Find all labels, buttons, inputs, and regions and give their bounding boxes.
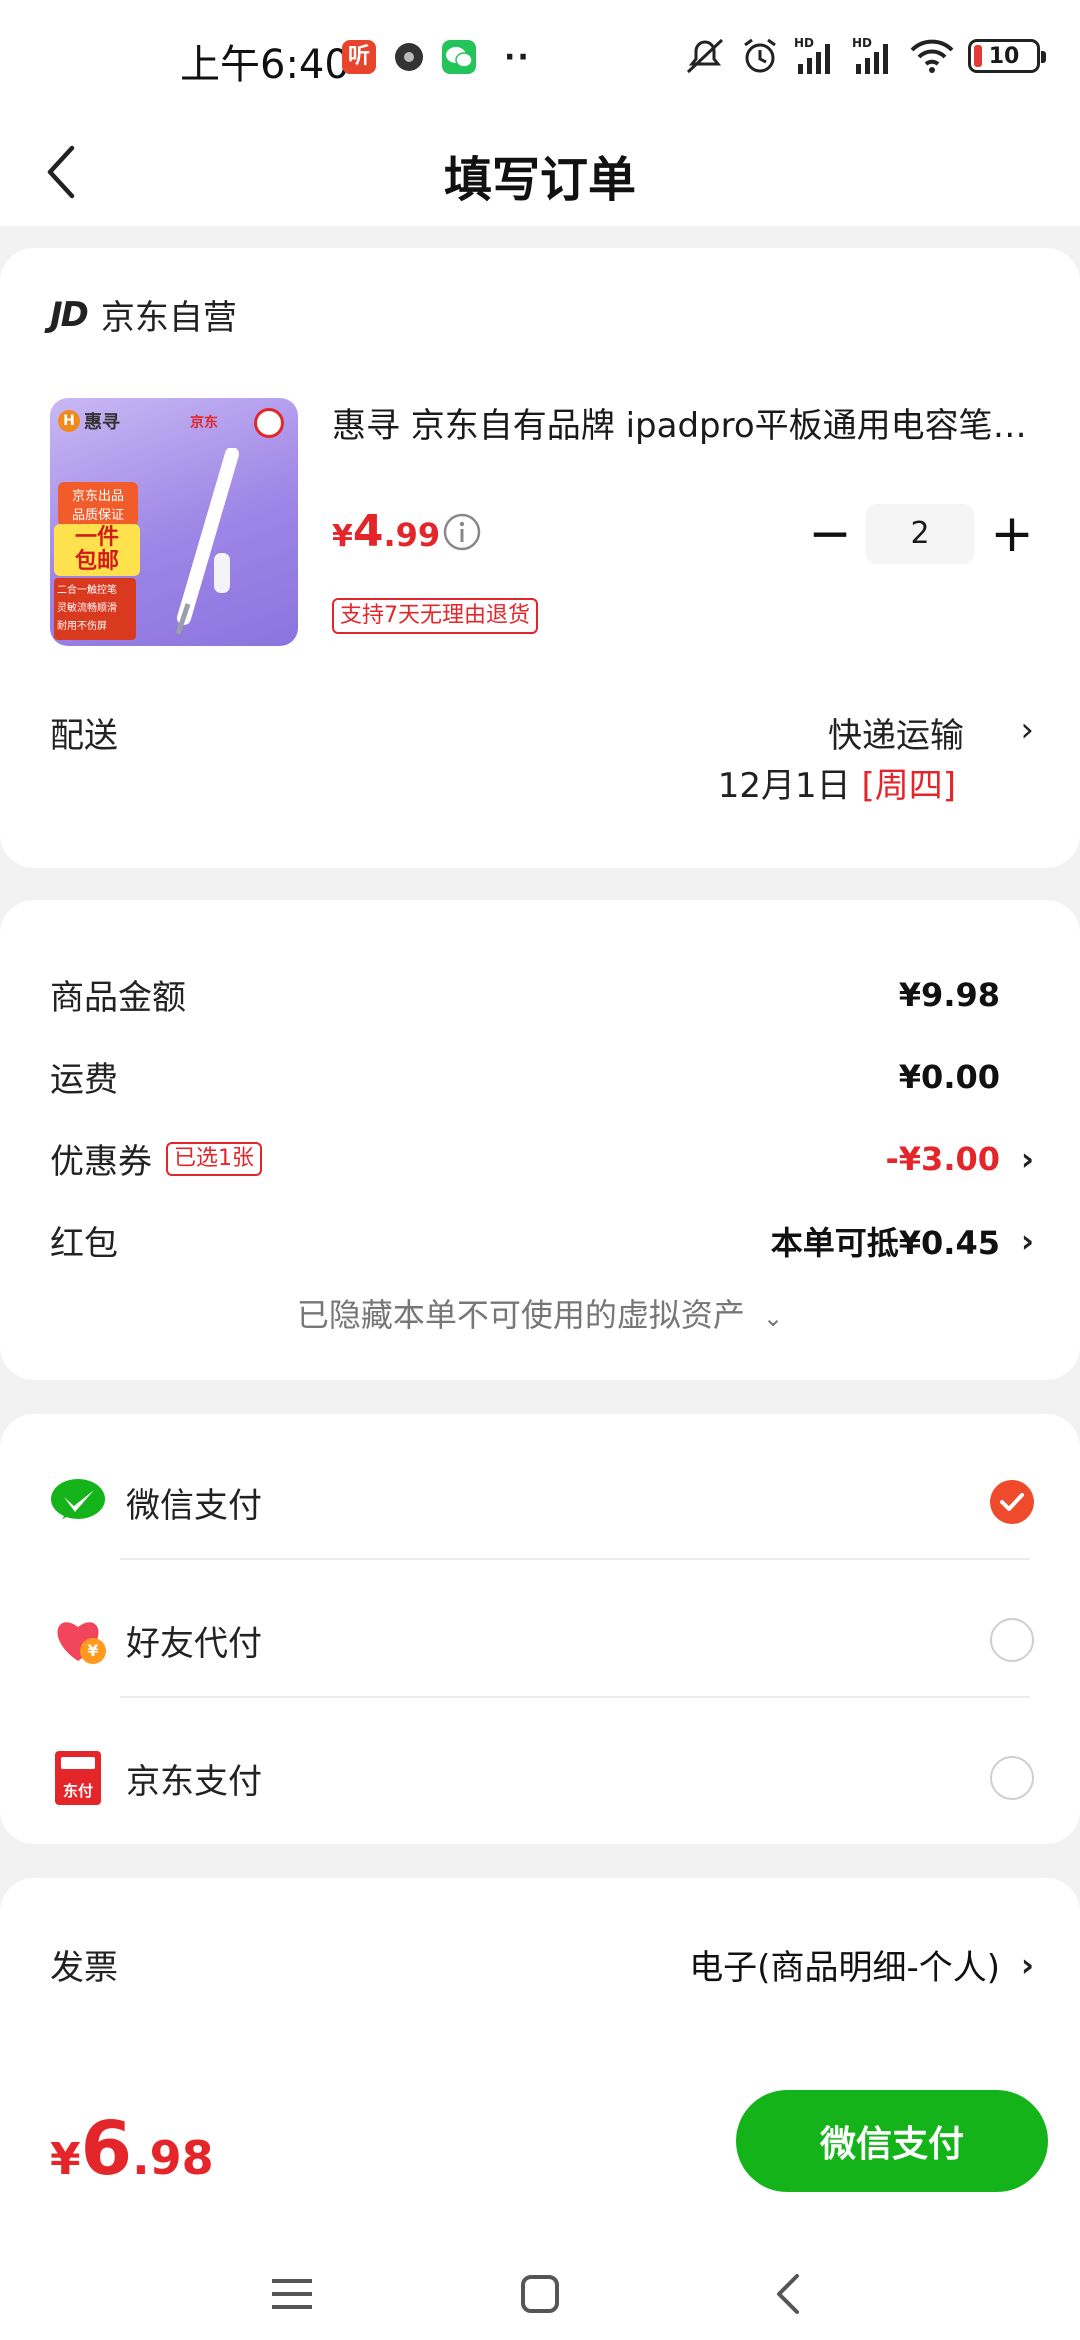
shop-row: JD 京东自营 — [50, 290, 237, 339]
red-packet-value: 本单可抵¥0.45 — [770, 1223, 1000, 1262]
shipping-fee-label: 运费 — [50, 1060, 118, 1100]
quantity-increase-button[interactable]: + — [984, 506, 1040, 562]
jd-pay-label: 京东支付 — [126, 1761, 262, 1802]
checkmark-icon — [1000, 1493, 1024, 1511]
invoice-chevron-icon: › — [1020, 1945, 1034, 1984]
payment-option-wechat[interactable]: 微信支付 — [50, 1456, 1034, 1548]
friend-pay-radio[interactable] — [990, 1618, 1034, 1662]
signal-1-icon: HD — [794, 36, 830, 74]
product-image-badge: 京东出品 品质保证 — [58, 482, 138, 526]
bottom-bar: ¥ 6 .98 微信支付 — [0, 2068, 1080, 2340]
jd-logo: JD — [50, 294, 89, 335]
friend-pay-coin: ¥ — [80, 1638, 106, 1664]
coupon-value: -¥3.00 — [885, 1139, 1001, 1178]
divider — [120, 1558, 1030, 1560]
friend-pay-heart-icon: ¥ — [50, 1612, 106, 1668]
coupon-label: 优惠券 — [50, 1142, 152, 1182]
wechat-pay-radio-selected[interactable] — [990, 1480, 1034, 1524]
payment-methods-card: 微信支付 ¥ 好友代付 东付 京东支付 — [0, 1414, 1080, 1844]
battery-indicator: 10 — [968, 39, 1046, 73]
red-packet-chevron-icon: › — [1020, 1221, 1034, 1260]
delivery-method[interactable]: 快递运输 — [828, 708, 964, 757]
coupon-selected-tag: 已选1张 — [166, 1141, 262, 1176]
payment-option-jd[interactable]: 东付 京东支付 — [50, 1732, 1034, 1824]
invoice-row[interactable]: 发票 电子(商品明细-个人) › — [50, 1940, 1034, 1989]
shop-name: 京东自营 — [100, 298, 237, 338]
clock-app-icon — [392, 40, 426, 74]
wechat-app-icon — [442, 40, 476, 74]
signal-2-icon: HD — [852, 36, 888, 74]
wechat-pay-icon — [50, 1474, 106, 1530]
divider — [120, 1696, 1030, 1698]
price-info-icon[interactable] — [442, 512, 482, 552]
system-back-icon[interactable] — [758, 2266, 818, 2322]
friend-pay-label: 好友代付 — [126, 1623, 262, 1664]
svg-text:HD: HD — [794, 36, 814, 50]
battery-level: 10 — [988, 43, 1020, 69]
invoice-label: 发票 — [50, 1948, 118, 1988]
hidden-assets-toggle[interactable]: 已隐藏本单不可使用的虚拟资产 ⌄ — [0, 1290, 1080, 1336]
delivery-chevron-icon[interactable]: › — [1020, 710, 1034, 750]
home-icon[interactable] — [510, 2266, 570, 2322]
delivery-weekday: [周四] — [861, 766, 956, 806]
submit-pay-button[interactable]: 微信支付 — [736, 2090, 1048, 2192]
coupon-chevron-icon: › — [1020, 1139, 1034, 1178]
shipping-fee-row: 运费 ¥0.00 — [50, 1052, 1034, 1101]
status-bar: 上午6:40 听 ·· HD HD 10 — [0, 0, 1080, 118]
jd-pay-icon-text: 东付 — [62, 1782, 93, 1800]
shipping-fee-value: ¥0.00 — [898, 1057, 1000, 1096]
product-image[interactable]: H 惠寻 京东 京东出品 品质保证 一件 包邮 二合一触控笔 灵敏流畅顺滑 耐用… — [50, 398, 298, 646]
delivery-label: 配送 — [50, 716, 118, 756]
delivery-date[interactable]: 12月1日 [周四] — [718, 758, 956, 807]
wechat-pay-label: 微信支付 — [126, 1485, 262, 1526]
price-summary-card: 商品金额 ¥9.98 运费 ¥0.00 优惠券 已选1张 -¥3.00 › 红包… — [0, 900, 1080, 1380]
wifi-icon — [910, 39, 954, 73]
product-card: JD 京东自营 H 惠寻 京东 京东出品 品质保证 一件 包邮 二合一触控笔 灵… — [0, 248, 1080, 868]
return-policy-tag: 支持7天无理由退货 — [332, 598, 538, 634]
jd-pay-icon: 东付 — [50, 1750, 106, 1806]
status-time: 上午6:40 — [180, 42, 350, 88]
svg-text:HD: HD — [852, 36, 872, 50]
menu-icon[interactable] — [262, 2266, 322, 2322]
red-packet-label: 红包 — [50, 1224, 118, 1264]
delivery-date-text: 12月1日 — [717, 766, 851, 806]
product-price: ¥ 4 .99 — [332, 506, 441, 557]
product-image-jd: 京东 — [190, 415, 218, 431]
feature-list: 二合一触控笔 灵敏流畅顺滑 耐用不伤屏 — [54, 578, 136, 640]
goods-amount-label: 商品金额 — [50, 978, 186, 1018]
chevron-down-icon: ⌄ — [763, 1304, 784, 1332]
nav-bar: 填写订单 — [0, 118, 1080, 226]
more-notifications-icon: ·· — [504, 40, 531, 75]
goods-amount-row: 商品金额 ¥9.98 — [50, 970, 1034, 1019]
order-total: ¥ 6 .98 — [50, 2106, 214, 2192]
jd-pay-radio[interactable] — [990, 1756, 1034, 1800]
product-title[interactable]: 惠寻 京东自有品牌 ipadpro平板通用电容笔 手写触控笔 — [332, 398, 1032, 447]
quantity-decrease-button[interactable]: − — [802, 506, 858, 562]
mute-icon — [686, 38, 724, 74]
free-shipping-badge: 一件 包邮 — [54, 524, 140, 576]
quantity-value[interactable]: 2 — [866, 504, 974, 564]
listen-app-icon: 听 — [342, 40, 376, 74]
product-image-brand: H 惠寻 — [58, 408, 120, 434]
red-packet-row[interactable]: 红包 本单可抵¥0.45 › — [50, 1216, 1034, 1265]
invoice-value: 电子(商品明细-个人) — [689, 1948, 1000, 1988]
payment-option-friend[interactable]: ¥ 好友代付 — [50, 1594, 1034, 1686]
alarm-icon — [744, 38, 776, 73]
goods-amount-value: ¥9.98 — [898, 975, 1000, 1014]
hidden-assets-text: 已隐藏本单不可使用的虚拟资产 — [296, 1296, 745, 1334]
status-icons: HD HD 10 — [684, 36, 1046, 76]
quality-seal — [254, 408, 284, 438]
stylus-illustration — [175, 448, 239, 635]
coupon-row[interactable]: 优惠券 已选1张 -¥3.00 › — [50, 1134, 1034, 1183]
page-title: 填写订单 — [443, 152, 636, 208]
